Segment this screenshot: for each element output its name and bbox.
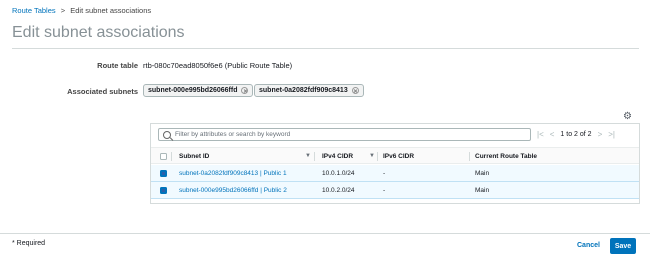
save-button[interactable]: Save [610,238,636,254]
footer-divider [0,233,650,234]
row-checkbox[interactable] [160,170,167,177]
pagination-text: 1 to 2 of 2 [560,131,592,138]
row-checkbox[interactable] [160,187,167,194]
route-table-value: rtb-080c70ead8050f6e6 (Public Route Tabl… [143,61,293,70]
last-page-button[interactable]: >| [608,130,615,139]
search-icon [163,130,171,139]
subnet-id-link[interactable]: subnet-0a2082fdf909c8413 | Public 1 [179,170,287,177]
associated-subnet-tag: subnet-0a2082fdf909c8413 [254,84,364,97]
associated-subnet-tag-label: subnet-0a2082fdf909c8413 [259,87,348,94]
filter-bar [158,128,531,141]
subnet-id-link[interactable]: subnet-000e995bd26066ffd | Public 2 [179,187,287,194]
sort-down-icon[interactable]: ▼ [305,153,311,159]
gear-icon[interactable]: ⚙ [623,112,633,122]
breadcrumb-route-tables-link[interactable]: Route Tables [12,6,56,15]
column-header-subnet-id[interactable]: Subnet ID [179,153,209,160]
route-table-label: Route table [97,61,138,70]
title-divider [12,48,639,49]
column-divider [469,152,470,161]
page-title: Edit subnet associations [12,24,185,41]
associated-subnet-tag-label: subnet-000e995bd26066ffd [148,87,238,94]
close-icon[interactable] [241,87,249,94]
route-table-cell: Main [475,170,490,177]
ipv4-cidr-cell: 10.0.2.0/24 [322,187,355,194]
table-header: Subnet ID ▼ IPv4 CIDR ▼ IPv6 CIDR Curren… [151,147,639,164]
breadcrumb: Route Tables > Edit subnet associations [12,6,151,15]
close-icon[interactable] [351,87,359,94]
ipv6-cidr-cell: - [383,170,386,177]
subnet-table-panel: |< < 1 to 2 of 2 > >| Subnet ID ▼ IPv4 C… [150,123,640,204]
column-header-ipv4-cidr[interactable]: IPv4 CIDR [322,153,353,160]
column-header-ipv6-cidr[interactable]: IPv6 CIDR [383,153,414,160]
associated-subnet-tag: subnet-000e995bd26066ffd [143,84,254,97]
cancel-button[interactable]: Cancel [577,242,600,249]
breadcrumb-separator: > [60,6,66,15]
required-note: * Required [12,240,46,247]
ipv4-cidr-cell: 10.0.1.0/24 [322,170,355,177]
first-page-button[interactable]: |< [537,130,544,139]
column-divider [377,152,378,161]
table-row[interactable]: subnet-0a2082fdf909c8413 | Public 1 10.0… [151,165,639,182]
column-divider [314,152,315,161]
pagination: |< < 1 to 2 of 2 > >| [537,129,615,140]
select-all-checkbox[interactable] [160,153,167,160]
prev-page-button[interactable]: < [550,130,555,139]
ipv6-cidr-cell: - [383,187,386,194]
breadcrumb-current: Edit subnet associations [70,6,152,15]
table-row[interactable]: subnet-000e995bd26066ffd | Public 2 10.0… [151,182,639,199]
filter-input[interactable] [175,131,515,138]
associated-subnets-label: Associated subnets [67,87,138,96]
next-page-button[interactable]: > [598,130,603,139]
route-table-cell: Main [475,187,490,194]
sort-down-icon[interactable]: ▼ [369,153,375,159]
column-divider [171,152,172,161]
column-header-current-route-table[interactable]: Current Route Table [475,153,537,160]
